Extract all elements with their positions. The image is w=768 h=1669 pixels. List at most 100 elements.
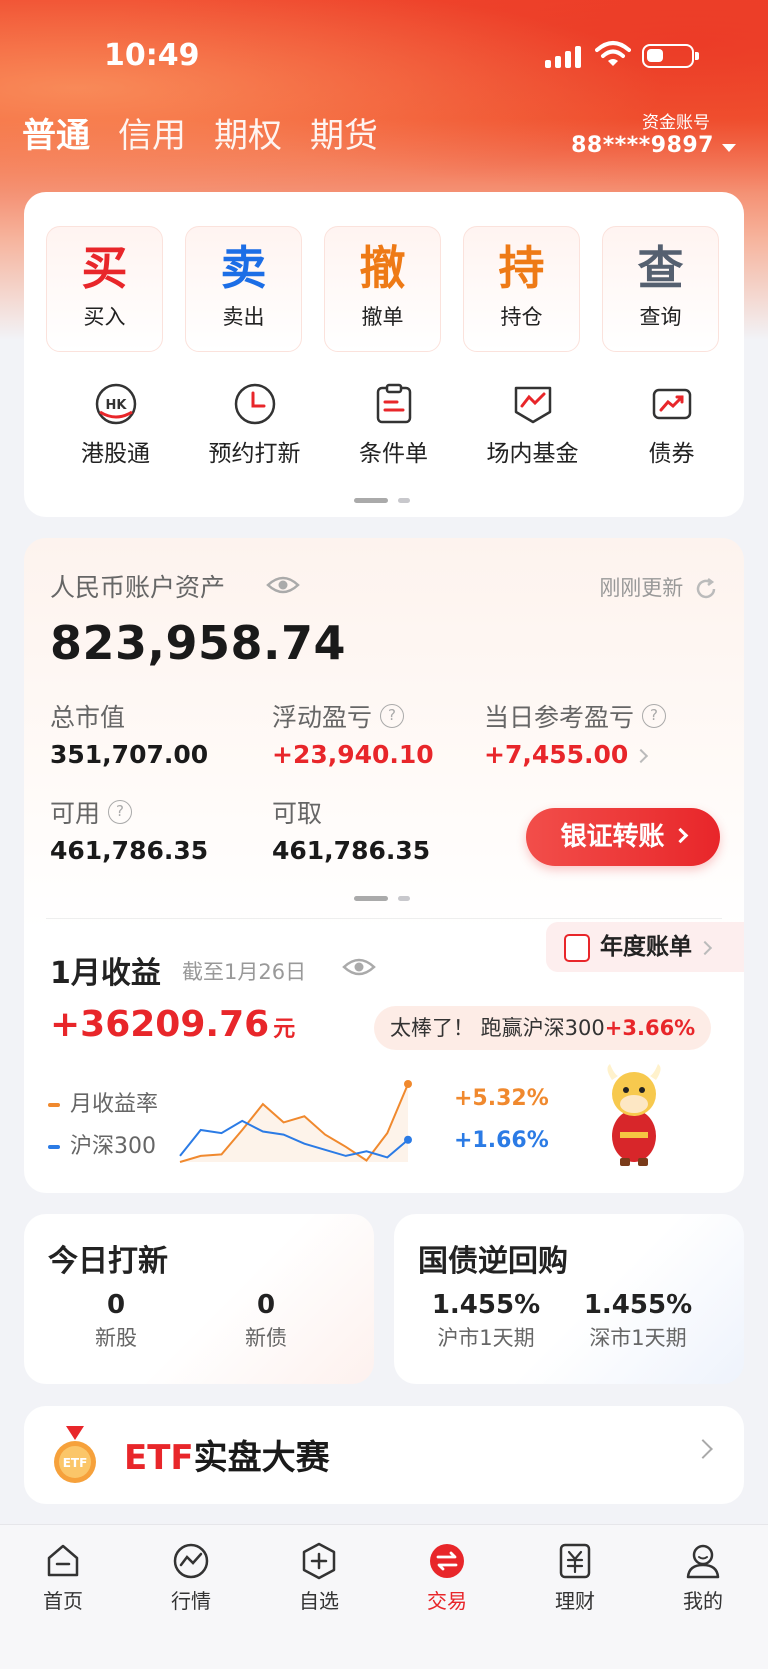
tool-exchange-fund[interactable]: 场内基金 bbox=[463, 382, 602, 468]
query-label: 查询 bbox=[639, 305, 682, 329]
tab-futures[interactable]: 期货 bbox=[310, 108, 378, 157]
series-end-point-0 bbox=[404, 1080, 412, 1088]
cellular-signal-icon bbox=[545, 44, 583, 68]
clock-icon bbox=[234, 383, 275, 425]
sz-repo-stat: 1.455% 深市1天期 bbox=[578, 1290, 698, 1352]
page-indicator bbox=[354, 498, 410, 503]
wifi-icon bbox=[595, 41, 631, 66]
floating-pnl-cell: 浮动盈亏? +23,940.10 bbox=[272, 698, 434, 769]
bank-transfer-button[interactable]: 银证转账 bbox=[526, 808, 720, 866]
new-stock-label: 新股 bbox=[95, 1326, 137, 1350]
tool-label: 港股通 bbox=[81, 441, 150, 467]
refresh-icon bbox=[696, 578, 716, 599]
help-icon[interactable]: ? bbox=[108, 800, 133, 824]
tool-label: 条件单 bbox=[359, 441, 428, 467]
repo-title: 国债逆回购 bbox=[418, 1244, 568, 1279]
available-cell: 可用? 461,786.35 bbox=[50, 794, 208, 865]
divider bbox=[46, 918, 722, 919]
etf-prefix: ETF bbox=[124, 1438, 194, 1478]
etf-contest-banner[interactable]: ETF ETF实盘大赛 bbox=[24, 1406, 744, 1504]
fund-chart-icon bbox=[514, 386, 551, 424]
nav-watchlist[interactable]: 自选 bbox=[274, 1541, 364, 1614]
bill-icon bbox=[564, 934, 590, 962]
account-type-tabs: 普通 信用 期权 期货 bbox=[22, 108, 378, 157]
cancel-order-button[interactable]: 撤 撤单 bbox=[324, 226, 441, 352]
nav-trade[interactable]: 交易 bbox=[402, 1541, 492, 1614]
tab-credit[interactable]: 信用 bbox=[118, 108, 186, 157]
tool-hk-connect[interactable]: HK 港股通 bbox=[46, 382, 185, 468]
eye-icon[interactable] bbox=[342, 956, 376, 978]
tool-label: 场内基金 bbox=[486, 441, 579, 467]
tool-bonds[interactable]: 债券 bbox=[602, 382, 741, 468]
assets-title: 人民币账户资产 bbox=[50, 573, 226, 602]
new-bond-stat: 0 新债 bbox=[206, 1290, 326, 1352]
beat-value: +3.66% bbox=[604, 1016, 696, 1040]
nav-profile[interactable]: 我的 bbox=[658, 1541, 748, 1614]
nav-watchlist-label: 自选 bbox=[299, 1589, 339, 1613]
sh-repo-label: 沪市1天期 bbox=[437, 1326, 535, 1350]
help-icon[interactable]: ? bbox=[380, 704, 405, 728]
account-label: 资金账号 bbox=[642, 113, 710, 133]
rate-value: +5.32% bbox=[454, 1086, 549, 1111]
tab-options[interactable]: 期权 bbox=[214, 108, 282, 157]
withdrawable-value: 461,786.35 bbox=[272, 836, 431, 865]
nav-market-label: 行情 bbox=[171, 1589, 211, 1613]
profile-icon bbox=[686, 1544, 720, 1579]
tab-normal[interactable]: 普通 bbox=[22, 108, 90, 157]
buy-button[interactable]: 买 买入 bbox=[46, 226, 163, 352]
sell-label: 卖出 bbox=[222, 305, 265, 329]
chevron-right-icon bbox=[634, 748, 649, 764]
home-icon bbox=[47, 1544, 79, 1577]
daily-pnl-value: +7,455.00 bbox=[484, 740, 629, 769]
positions-button[interactable]: 持 持仓 bbox=[463, 226, 580, 352]
daily-pnl-cell[interactable]: 当日参考盈亏? +7,455.00 bbox=[484, 698, 667, 769]
beat-index-badge: 太棒了！ 跑赢沪深300+3.66% bbox=[374, 1006, 712, 1050]
reverse-repo-card[interactable]: 国债逆回购 1.455% 沪市1天期 1.455% 深市1天期 bbox=[394, 1214, 744, 1384]
account-selector[interactable]: 资金账号 88****9897 bbox=[571, 108, 736, 158]
eye-icon[interactable] bbox=[266, 574, 300, 596]
nav-home-label: 首页 bbox=[43, 1589, 83, 1613]
floating-pnl-value: +23,940.10 bbox=[272, 740, 434, 769]
legend-rate-label: 月收益率 bbox=[70, 1092, 159, 1117]
etf-contest-text: 实盘大赛 bbox=[193, 1438, 330, 1478]
refresh-status[interactable]: 刚刚更新 bbox=[599, 572, 718, 602]
clipboard-icon bbox=[376, 383, 411, 424]
series-end-point-1 bbox=[404, 1135, 412, 1144]
chevron-right-icon bbox=[672, 827, 688, 844]
etf-contest-title: ETF实盘大赛 bbox=[124, 1430, 330, 1479]
sz-repo-rate: 1.455% bbox=[583, 1290, 693, 1320]
assets-card: 人民币账户资产 刚刚更新 823,958.74 总市值 351,707.00 浮… bbox=[24, 538, 744, 1193]
market-value-label: 总市值 bbox=[50, 703, 126, 732]
battery-icon bbox=[642, 44, 699, 68]
tool-ipo-reservation[interactable]: 预约打新 bbox=[185, 382, 324, 468]
help-icon[interactable]: ? bbox=[642, 704, 667, 728]
status-time: 10:49 bbox=[104, 38, 200, 73]
annual-bill-button[interactable]: 年度账单 bbox=[546, 922, 744, 972]
market-value-cell: 总市值 351,707.00 bbox=[50, 698, 208, 769]
legend-index: 沪深300 bbox=[48, 1128, 156, 1160]
svg-text:ETF: ETF bbox=[63, 1456, 88, 1470]
page-indicator bbox=[354, 896, 410, 901]
withdrawable-label: 可取 bbox=[272, 799, 323, 828]
beat-text: 太棒了！ 跑赢沪深300 bbox=[390, 1016, 605, 1040]
tool-conditional-order[interactable]: 条件单 bbox=[324, 382, 463, 468]
index-value: +1.66% bbox=[454, 1128, 549, 1153]
query-button[interactable]: 查 查询 bbox=[602, 226, 719, 352]
buy-char: 买 bbox=[81, 241, 128, 295]
monthly-return-title: 1月收益 bbox=[50, 956, 161, 991]
nav-market[interactable]: 行情 bbox=[146, 1541, 236, 1614]
currency-unit: 元 bbox=[273, 1017, 296, 1042]
market-value: 351,707.00 bbox=[50, 740, 209, 769]
updated-label: 刚刚更新 bbox=[599, 576, 684, 600]
caret-down-icon bbox=[722, 143, 736, 152]
nav-home[interactable]: 首页 bbox=[18, 1541, 108, 1614]
quick-actions-card: 买 买入 卖 卖出 撤 撤单 持 持仓 查 查询 HK 港股通 预约打新 条件单… bbox=[24, 192, 744, 517]
nav-wealth[interactable]: 理财 bbox=[530, 1541, 620, 1614]
bank-transfer-label: 银证转账 bbox=[560, 822, 665, 852]
chevron-right-icon bbox=[697, 940, 713, 955]
sell-button[interactable]: 卖 卖出 bbox=[185, 226, 302, 352]
total-assets-value: 823,958.74 bbox=[50, 616, 347, 670]
positions-label: 持仓 bbox=[500, 305, 543, 329]
nav-profile-label: 我的 bbox=[683, 1589, 723, 1613]
ipo-card[interactable]: 今日打新 0 新股 0 新债 bbox=[24, 1214, 374, 1384]
